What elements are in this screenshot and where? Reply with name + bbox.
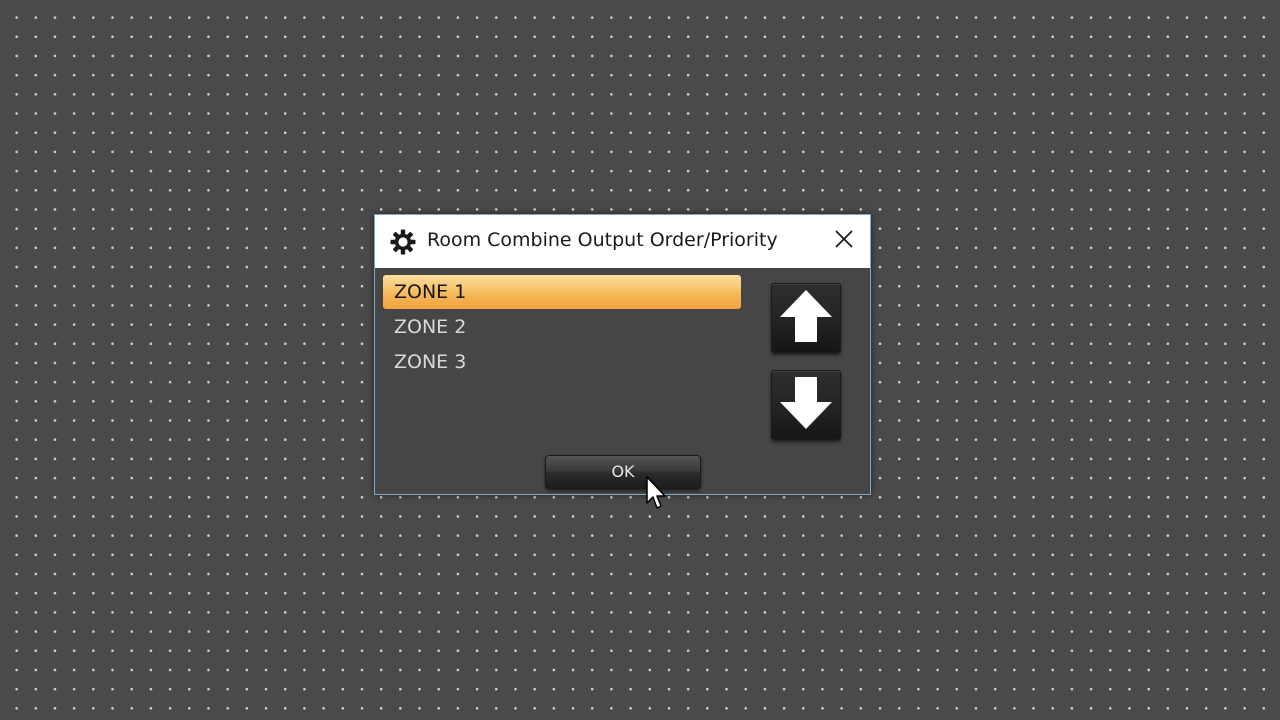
arrow-down-icon bbox=[777, 374, 835, 436]
close-icon bbox=[834, 229, 854, 253]
close-button[interactable] bbox=[830, 227, 858, 255]
move-up-button[interactable] bbox=[771, 283, 841, 353]
list-item-zone-3[interactable]: ZONE 3 bbox=[383, 345, 741, 379]
room-combine-dialog: Room Combine Output Order/Priority ZONE … bbox=[374, 214, 871, 495]
gear-icon bbox=[389, 228, 417, 256]
move-down-button[interactable] bbox=[771, 370, 841, 440]
zone-priority-list[interactable]: ZONE 1 ZONE 2 ZONE 3 bbox=[383, 275, 743, 435]
dialog-titlebar[interactable]: Room Combine Output Order/Priority bbox=[375, 215, 870, 268]
list-item-zone-1[interactable]: ZONE 1 bbox=[383, 275, 741, 309]
ok-button[interactable]: OK bbox=[545, 455, 701, 489]
list-item-zone-2[interactable]: ZONE 2 bbox=[383, 310, 741, 344]
design-canvas: Room Combine Output Order/Priority ZONE … bbox=[0, 0, 1280, 720]
arrow-up-icon bbox=[777, 287, 835, 349]
dialog-title: Room Combine Output Order/Priority bbox=[427, 229, 778, 251]
